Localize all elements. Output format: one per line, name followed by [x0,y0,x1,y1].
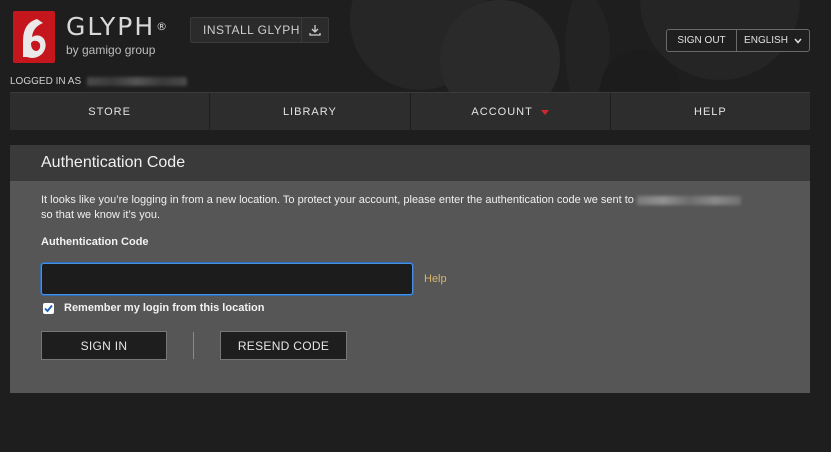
brand: GLYPH® by gamigo group [66,12,170,58]
auth-description: It looks like you’re logging in from a n… [41,193,781,223]
brand-subtitle: by gamigo group [66,43,156,57]
nav-store[interactable]: STORE [10,93,211,130]
auth-panel: Authentication Code It looks like you’re… [10,145,810,393]
header-background-art [350,0,800,130]
nav-library[interactable]: LIBRARY [210,93,411,130]
redacted-username [87,77,188,86]
logged-in-status: LOGGED IN AS [10,76,188,87]
logged-in-label: LOGGED IN AS [10,76,82,87]
auth-title: Authentication Code [10,145,810,181]
language-select[interactable]: ENGLISH [737,30,809,51]
auth-code-label: Authentication Code [41,236,149,248]
remember-checkbox[interactable] [43,302,54,314]
remember-label: Remember my login from this location [64,302,265,314]
auth-code-row: Help [41,263,779,295]
glyph-logo[interactable] [13,11,55,63]
install-glyph-label: INSTALL GLYPH [203,23,300,37]
auth-body: It looks like you’re logging in from a n… [10,181,810,360]
sign-in-button[interactable]: SIGN IN [41,331,167,360]
language-label: ENGLISH [744,35,788,46]
brand-name: GLYPH® [66,12,170,41]
nav-account[interactable]: ACCOUNT [411,93,611,130]
redacted-email [637,195,741,205]
actions-divider [193,332,194,359]
download-icon [302,24,328,36]
auth-description-line2: so that we know it’s you. [41,209,161,221]
auth-actions: SIGN IN RESEND CODE [41,331,779,360]
remember-login[interactable]: Remember my login from this location [41,302,779,314]
help-link[interactable]: Help [424,273,447,285]
check-icon [44,304,53,312]
caret-down-icon [540,109,549,115]
main-nav: STORE LIBRARY ACCOUNT HELP [10,92,810,130]
resend-code-button[interactable]: RESEND CODE [220,331,347,360]
auth-code-input[interactable] [41,263,413,295]
top-right-controls: SIGN OUT ENGLISH [666,29,810,52]
install-glyph-button[interactable]: INSTALL GLYPH [190,17,329,43]
nav-account-label: ACCOUNT [471,105,533,118]
chevron-down-icon [794,38,802,44]
auth-description-line1: It looks like you’re logging in from a n… [41,194,634,206]
sign-out-button[interactable]: SIGN OUT [667,30,737,51]
nav-help[interactable]: HELP [611,93,810,130]
